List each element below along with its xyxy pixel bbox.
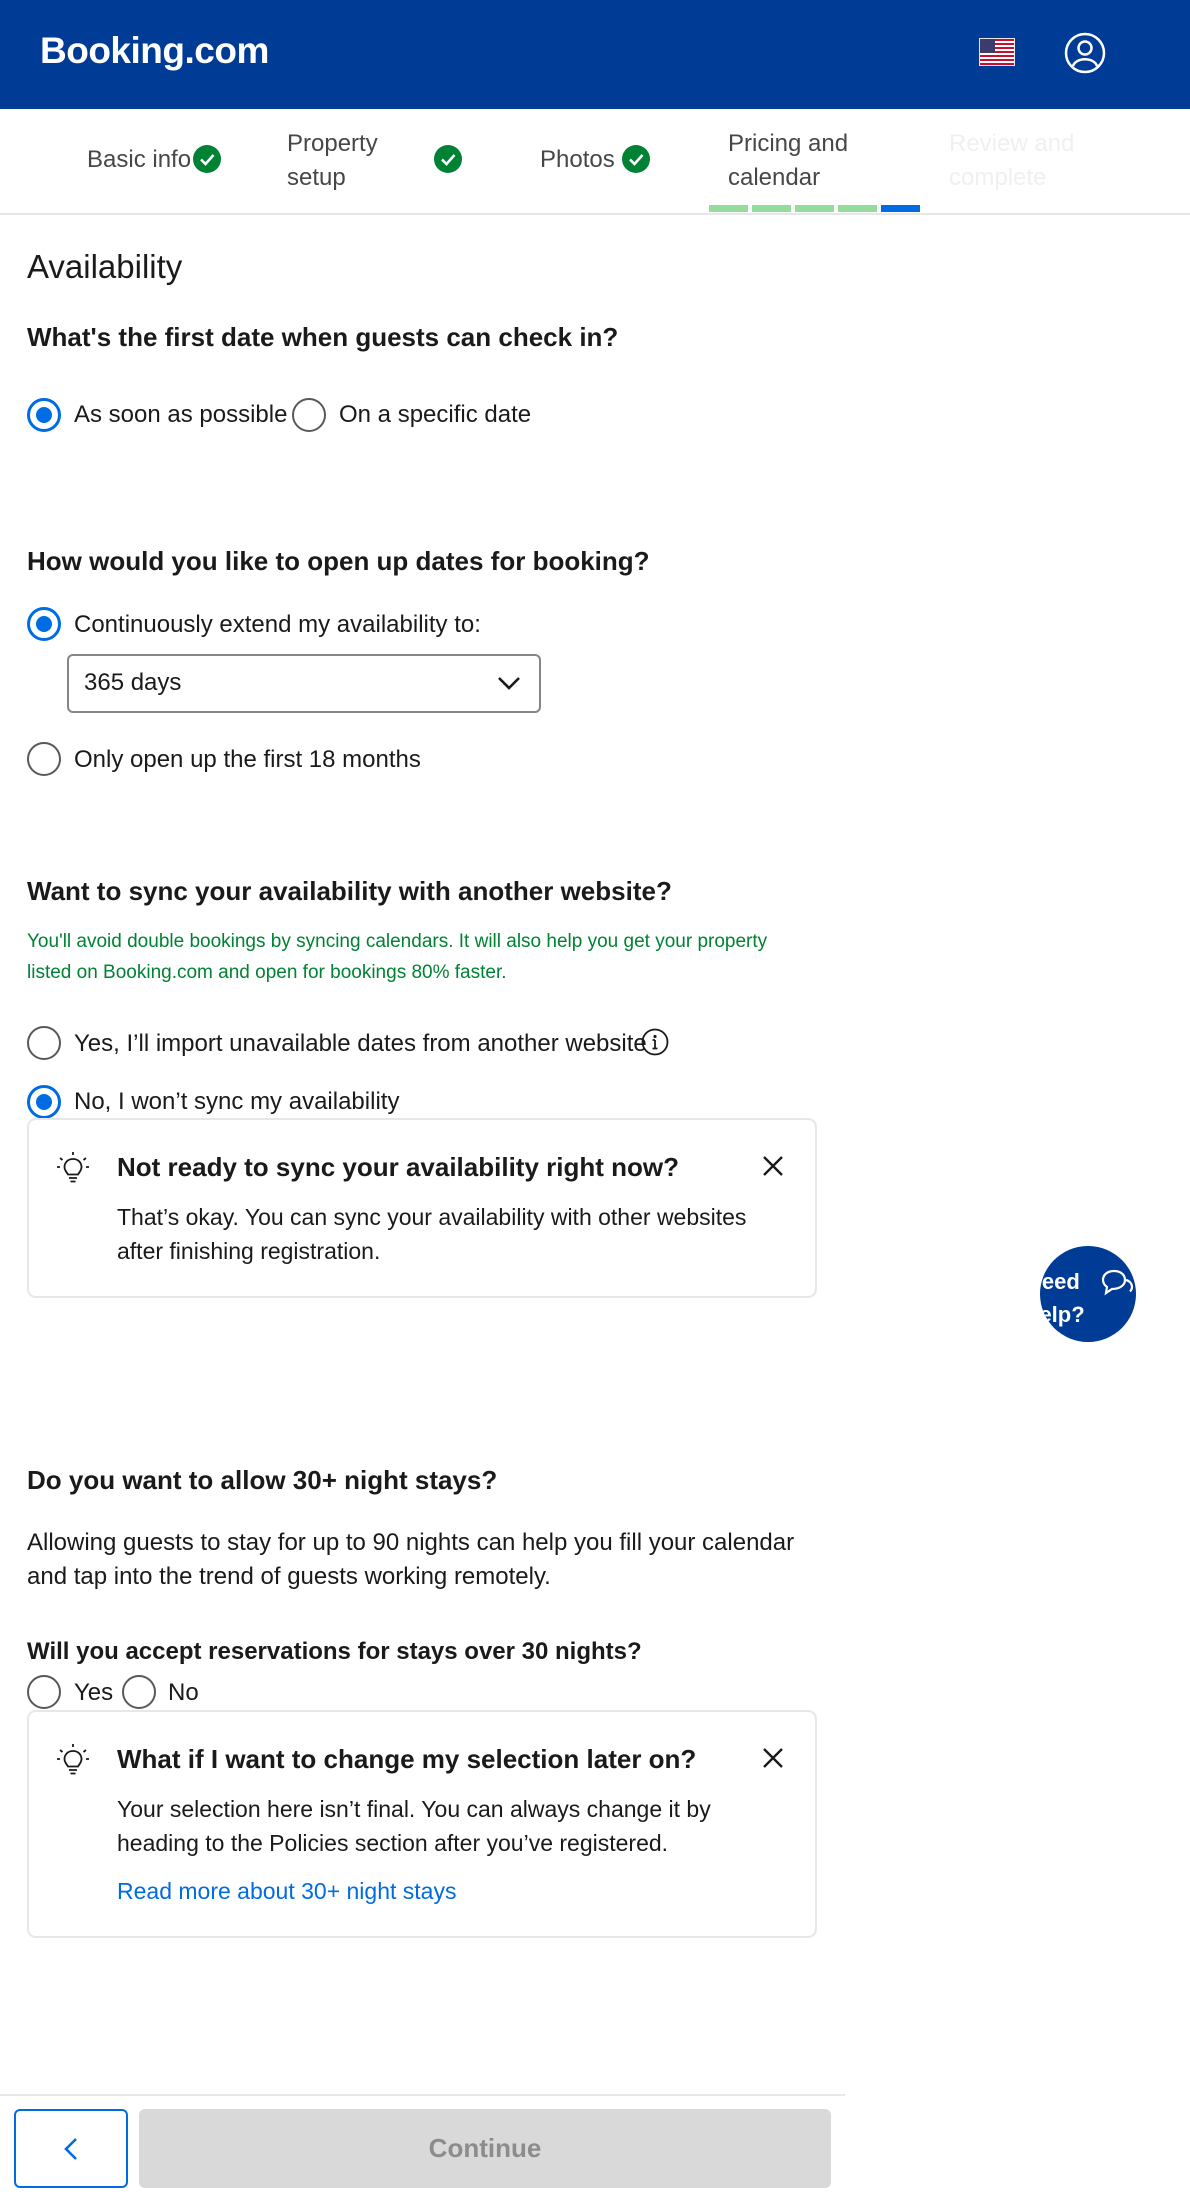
long-stays-question: Do you want to allow 30+ night stays? [27, 1465, 498, 1495]
step-label: Property [287, 130, 378, 157]
close-icon[interactable] [761, 1154, 785, 1178]
availability-window-select[interactable]: 365 days [67, 654, 541, 713]
open-dates-question: How would you like to open up dates for … [27, 546, 650, 576]
step-label: setup [287, 164, 346, 191]
radio-long-stays-yes[interactable] [27, 1675, 61, 1709]
radio-specific-date[interactable] [292, 398, 326, 432]
step-label: calendar [728, 164, 821, 191]
long-stays-description: Allowing guests to stay for up to 90 nig… [27, 1529, 795, 1590]
radio-continuously-extend[interactable] [27, 607, 61, 641]
lightbulb-icon [57, 1152, 89, 1183]
radio-sync-yes[interactable] [27, 1026, 61, 1060]
chevron-left-icon [64, 2138, 77, 2160]
close-icon[interactable] [761, 1746, 785, 1770]
check-circle-icon [193, 145, 221, 173]
check-circle-icon [622, 145, 650, 173]
select-value: 365 days [84, 669, 182, 696]
step-review-complete: Review and complete [949, 127, 1074, 195]
booking-logo[interactable]: Booking.com [40, 30, 269, 72]
step-label: Pricing and [728, 130, 849, 157]
step-label: Review and [949, 130, 1075, 157]
lightbulb-icon [57, 1744, 89, 1775]
radio-label[interactable]: No [168, 1678, 199, 1708]
step-label: Photos [540, 146, 615, 173]
radio-label[interactable]: Continuously extend my availability to: [74, 610, 481, 640]
section-title: Availability [27, 248, 183, 285]
check-circle-icon [434, 145, 462, 173]
help-label: Need help? [1040, 1269, 1085, 1327]
need-help-button[interactable]: Need help? [1040, 1246, 1136, 1342]
long-stays-info-card: What if I want to change my selection la… [27, 1710, 817, 1938]
radio-label[interactable]: No, I won’t sync my availability [74, 1087, 399, 1117]
sync-note: You'll avoid double bookings by syncing … [27, 931, 768, 983]
user-circle-icon[interactable] [1064, 32, 1106, 74]
sync-question: Want to sync your availability with anot… [27, 876, 672, 906]
radio-first-18-months[interactable] [27, 742, 61, 776]
card-title: Not ready to sync your availability righ… [117, 1152, 679, 1182]
us-flag-icon[interactable] [979, 38, 1015, 66]
radio-as-soon-as-possible[interactable] [27, 398, 61, 432]
step-property-setup[interactable]: Property setup [287, 127, 378, 195]
long-stays-sub-question: Will you accept reservations for stays o… [27, 1638, 642, 1665]
sync-info-card: Not ready to sync your availability righ… [27, 1118, 817, 1298]
radio-label[interactable]: On a specific date [339, 400, 531, 430]
radio-label[interactable]: Yes, I’ll import unavailable dates from … [74, 1029, 647, 1059]
radio-label[interactable]: Only open up the first 18 months [74, 745, 421, 775]
checkin-question: What's the first date when guests can ch… [27, 322, 619, 352]
top-header: Booking.com [0, 0, 1190, 109]
step-basic-info[interactable]: Basic info [87, 143, 191, 177]
continue-button[interactable]: Continue [139, 2109, 831, 2188]
card-body: That’s okay. You can sync your availabil… [117, 1204, 747, 1264]
progress-steps: Basic info Property setup Photos Pricing… [0, 109, 1190, 215]
back-button[interactable] [14, 2109, 128, 2188]
card-body: Your selection here isn’t final. You can… [117, 1796, 711, 1856]
step-photos[interactable]: Photos [540, 143, 615, 177]
radio-label[interactable]: Yes [74, 1678, 113, 1708]
radio-label[interactable]: As soon as possible [74, 400, 287, 430]
step-progress-bar [709, 205, 921, 212]
card-title: What if I want to change my selection la… [117, 1744, 697, 1774]
footer-divider [0, 2094, 845, 2096]
step-label: complete [949, 164, 1047, 191]
info-icon[interactable] [641, 1028, 669, 1056]
step-label: Basic info [87, 146, 192, 173]
read-more-link[interactable]: Read more about 30+ night stays [117, 1878, 456, 1905]
radio-sync-no[interactable] [27, 1085, 61, 1119]
chat-bubble-icon [1101, 1269, 1134, 1296]
radio-long-stays-no[interactable] [122, 1675, 156, 1709]
chevron-down-icon [498, 677, 520, 690]
step-pricing-calendar[interactable]: Pricing and calendar [728, 127, 848, 195]
